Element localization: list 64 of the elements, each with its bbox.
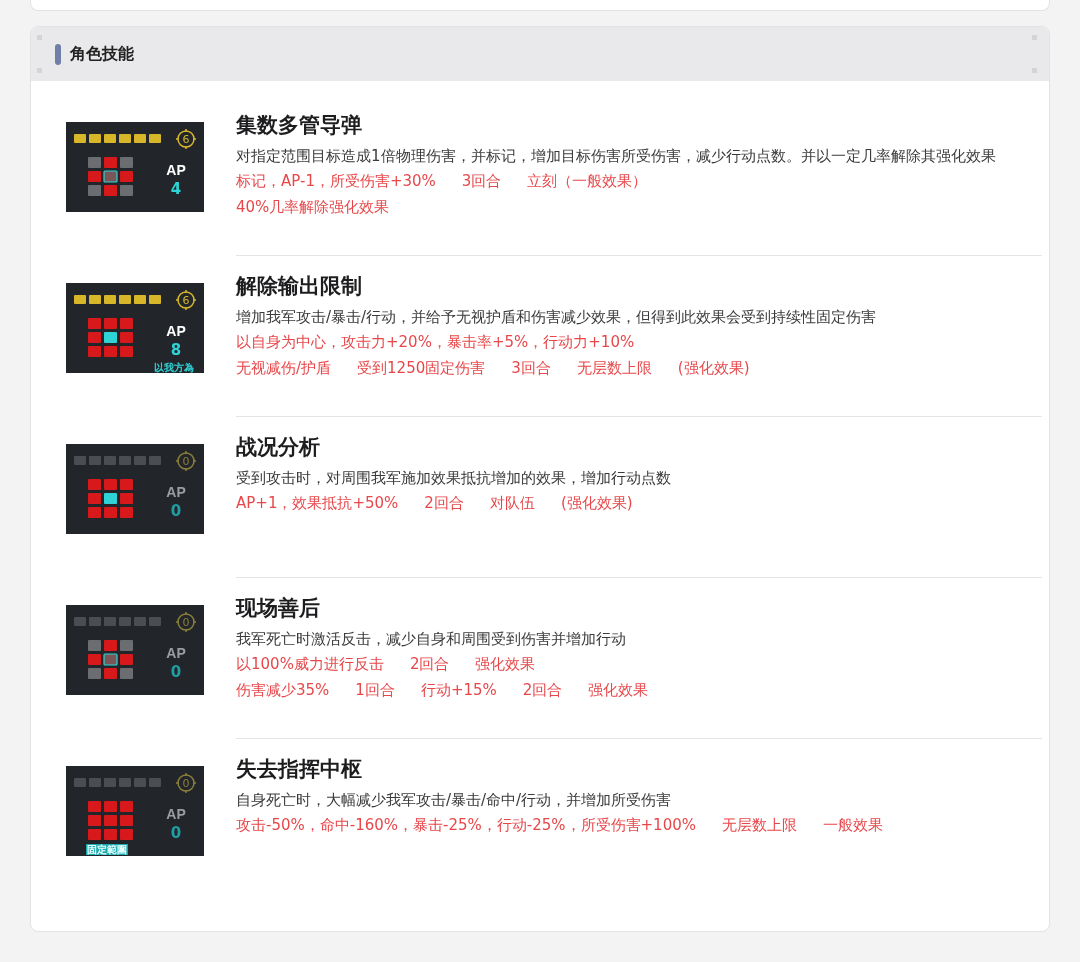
effect-text: 2回合 bbox=[409, 654, 450, 675]
area-grid-icon bbox=[88, 157, 133, 196]
ap-label: AP bbox=[166, 484, 186, 500]
range-number: 6 bbox=[182, 133, 190, 146]
skill-description: 我军死亡时激活反击，减少自身和周围受到伤害并增加行动 bbox=[236, 629, 627, 650]
effect-text: 无层数上限 bbox=[576, 358, 652, 379]
area-grid-icon bbox=[88, 640, 133, 679]
effect-text: 3回合 bbox=[461, 171, 502, 192]
range-tag: 以我方為 bbox=[154, 362, 194, 373]
effect-text: 强化效果 bbox=[588, 680, 649, 701]
range-target-icon bbox=[175, 289, 197, 311]
effect-text: 无层数上限 bbox=[722, 815, 797, 836]
effect-text: 攻击-50%，命中-160%，暴击-25%，行动-25%，所受伤害+100% bbox=[236, 815, 696, 836]
effect-text: 一般效果 bbox=[823, 815, 883, 836]
area-grid-icon bbox=[88, 318, 133, 357]
effect-text: 2回合 bbox=[522, 680, 563, 701]
skill-description: 对指定范围目标造成1倍物理伤害，并标记，增加目标伤害所受伤害，减少行动点数。并以一定几率解除其强化效果 bbox=[236, 146, 997, 167]
area-grid-icon bbox=[88, 801, 133, 840]
range-target-icon bbox=[175, 772, 197, 794]
effect-text: 受到1250固定伤害 bbox=[357, 358, 486, 379]
ap-label: AP bbox=[166, 323, 186, 339]
ap-value: 0 bbox=[170, 824, 182, 842]
ap-label: AP bbox=[166, 162, 186, 178]
effect-text: (强化效果) bbox=[677, 358, 750, 379]
range-tag: 固定範圍 bbox=[86, 844, 128, 855]
area-grid-icon bbox=[88, 479, 133, 518]
effect-text: 强化效果 bbox=[475, 654, 536, 675]
ap-value: 0 bbox=[170, 502, 182, 520]
skill-description: 自身死亡时，大幅减少我军攻击/暴击/命中/行动，并增加所受伤害 bbox=[236, 790, 673, 811]
skill-name: 失去指挥中枢 bbox=[236, 756, 363, 782]
ap-value: 4 bbox=[170, 180, 182, 198]
effect-text: 对队伍 bbox=[489, 493, 535, 514]
effect-text: 以100%威力进行反击 bbox=[236, 654, 384, 675]
ap-value: 8 bbox=[170, 341, 182, 359]
skill-name: 解除输出限制 bbox=[236, 273, 363, 299]
skill-description: 受到攻击时，对周围我军施加效果抵抗增加的效果，增加行动点数 bbox=[236, 468, 672, 489]
effect-text: 2回合 bbox=[424, 493, 464, 514]
effect-text: 3回合 bbox=[511, 358, 551, 379]
effect-text: 无视减伤/护盾 bbox=[236, 358, 332, 379]
header-accent-icon bbox=[55, 43, 61, 65]
section-title: 角色技能 bbox=[70, 43, 134, 65]
range-number: 0 bbox=[182, 455, 190, 468]
effect-text: 伤害减少35% bbox=[236, 680, 330, 701]
range-number: 6 bbox=[182, 294, 190, 307]
effect-text: 行动+15% bbox=[420, 680, 497, 701]
skill-name: 战况分析 bbox=[236, 434, 321, 460]
range-number: 0 bbox=[182, 777, 190, 790]
effect-text: AP+1，效果抵抗+50% bbox=[236, 493, 399, 514]
ap-label: AP bbox=[166, 645, 186, 661]
skill-description: 增加我军攻击/暴击/行动，并给予无视护盾和伤害减少效果，但得到此效果会受到持续性固定伤害 bbox=[236, 307, 878, 328]
ap-label: AP bbox=[166, 806, 186, 822]
range-target-icon bbox=[175, 450, 197, 472]
range-number: 0 bbox=[182, 616, 190, 629]
effect-text: 立刻（一般效果） bbox=[527, 171, 648, 192]
effect-text: 以自身为中心，攻击力+20%，暴击率+5%，行动力+10% bbox=[236, 332, 635, 353]
range-target-icon bbox=[175, 611, 197, 633]
effect-text: 40%几率解除强化效果 bbox=[236, 197, 390, 218]
skill-name: 现场善后 bbox=[236, 595, 321, 621]
ap-value: 0 bbox=[170, 663, 182, 681]
effect-text: 1回合 bbox=[355, 680, 395, 701]
range-target-icon bbox=[175, 128, 197, 150]
effect-text: 标记，AP-1，所受伤害+30% bbox=[236, 171, 436, 192]
effect-text: (强化效果) bbox=[560, 493, 633, 514]
skill-name: 集数多管导弹 bbox=[236, 112, 363, 138]
